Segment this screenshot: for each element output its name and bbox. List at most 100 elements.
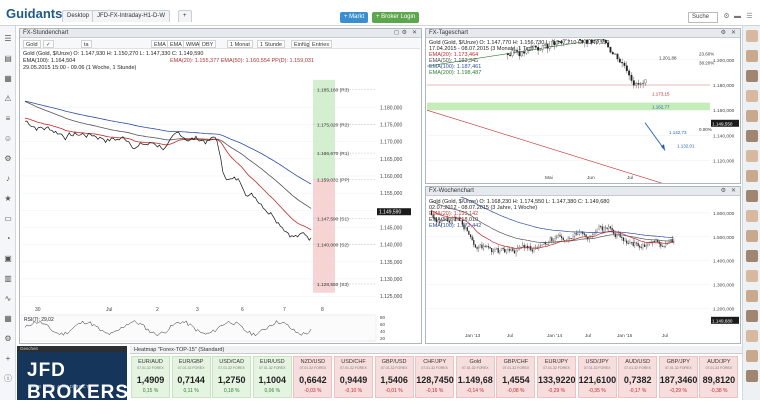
heatmap-tile[interactable]: Gold07.01.32 FOREX1.149,68-0,14 % <box>456 356 495 398</box>
toolbar-check[interactable]: ✓ <box>43 40 54 48</box>
user-avatar[interactable] <box>746 90 758 102</box>
panel-header: FX-Wochenchart ⚙ ✕ <box>426 187 740 196</box>
weekly-price-chart[interactable]: 1.600,0001.500,0001.400,0001.300,0001.20… <box>427 197 740 343</box>
y-tick-label: 1.200,000 <box>713 306 735 312</box>
candle-body <box>490 247 491 248</box>
settings-icon[interactable]: ⚙ <box>3 154 13 164</box>
broker-login-button[interactable]: + Broker Login <box>372 12 419 23</box>
user-avatar[interactable] <box>746 330 758 342</box>
plus-icon[interactable]: + <box>3 354 13 364</box>
pulse-icon[interactable]: ∿ <box>3 294 13 304</box>
settings-icon-2[interactable]: ⚙ <box>3 334 13 344</box>
monitor-icon[interactable]: ▭ <box>3 214 13 224</box>
tab-fx-intraday[interactable]: JFD-FX-Intraday-H1-D-W <box>92 10 170 22</box>
user-avatar[interactable] <box>746 50 758 62</box>
close-icon[interactable]: ✕ <box>731 187 736 196</box>
heatmap-tile[interactable]: USD/CAD07.01.32 FOREX1,27500,18 % <box>212 356 251 398</box>
user-avatar[interactable] <box>746 190 758 202</box>
tile-pair-name: NZD/USD <box>294 359 331 365</box>
star-icon[interactable]: ★ <box>3 194 13 204</box>
heatmap-tile[interactable]: EUR/USD07.01.32 FOREX1,10040,06 % <box>253 356 292 398</box>
candle-body <box>507 54 509 55</box>
settings-icon[interactable]: ⚙ <box>402 29 407 38</box>
user-avatar[interactable] <box>746 110 758 122</box>
heatmap-tile[interactable]: USD/CHF07.01.32 FOREX0,9449-0,10 % <box>334 356 373 398</box>
menu-icon[interactable]: ☰ <box>3 34 13 44</box>
heatmap-tile[interactable]: NZD/USD07.01.32 FOREX0,6642-0,03 % <box>293 356 332 398</box>
timeframe-select[interactable]: 1 Monat <box>227 40 253 48</box>
x-tick-label: 2 <box>156 307 159 313</box>
close-icon[interactable]: ✕ <box>731 29 736 38</box>
info-icon[interactable]: ⓘ <box>3 374 13 384</box>
candle-body <box>451 221 452 223</box>
chart-annotation: 1.173,15 <box>652 92 670 97</box>
tab-add[interactable]: + <box>178 10 192 22</box>
toolbar-dby[interactable]: DBY <box>199 40 216 48</box>
toolbar-ta[interactable]: ta <box>81 40 92 48</box>
language-flag-icon[interactable]: ▬ <box>733 12 742 21</box>
news-icon[interactable]: ▦ <box>3 74 13 84</box>
user-avatar[interactable] <box>746 30 758 42</box>
candle-body <box>664 246 665 247</box>
user-avatar[interactable] <box>746 310 758 322</box>
chart-icon[interactable]: ▤ <box>3 54 13 64</box>
user-avatar[interactable] <box>746 230 758 242</box>
candle-body <box>491 248 492 252</box>
hourly-price-chart[interactable]: 1.180,0001.175,0001.170,0001.165,0001.16… <box>21 73 421 343</box>
entries-button[interactable]: Entries <box>309 40 332 48</box>
heatmap-tile[interactable]: EUR/AUD07.01.32 FOREX1,49090,15 % <box>131 356 170 398</box>
maximize-icon[interactable]: ◻ <box>394 29 399 38</box>
tile-source: 07.01.32 FOREX <box>660 366 697 370</box>
interval-select[interactable]: 1 Stunde <box>257 40 285 48</box>
gauge-icon[interactable]: ◔ <box>3 234 13 244</box>
layers-icon[interactable]: ≡ <box>3 114 13 124</box>
grid-icon[interactable]: ▦ <box>3 314 13 324</box>
panel-title: FX-Stundenchart <box>23 30 68 36</box>
chart-annotation: 23.60% <box>699 52 714 57</box>
heatmap-tile[interactable]: AUD/JPY07.01.32 FOREX89,8120-0,38 % <box>699 356 738 398</box>
bell-icon[interactable]: ♪ <box>3 174 13 184</box>
user-avatar[interactable] <box>746 70 758 82</box>
user-menu-icon[interactable]: ☰ <box>745 12 754 21</box>
close-icon[interactable]: ✕ <box>412 29 417 38</box>
candle-body <box>551 238 552 241</box>
candle-body <box>577 234 578 235</box>
user-avatar[interactable] <box>746 150 758 162</box>
user-avatar[interactable] <box>746 250 758 262</box>
settings-icon[interactable]: ⚙ <box>721 29 726 38</box>
user-icon[interactable]: ☺ <box>3 134 13 144</box>
candle-body <box>584 40 586 43</box>
guidants-logo[interactable]: Guidants <box>6 6 62 21</box>
settings-icon[interactable]: ⚙ <box>721 187 726 196</box>
user-avatar[interactable] <box>746 370 758 382</box>
heatmap-tile[interactable]: USD/JPY07.01.32 FOREX121,6100-0,35 % <box>578 356 617 398</box>
user-avatar[interactable] <box>746 270 758 282</box>
heatmap-tile[interactable]: GBP/USD07.01.32 FOREX1,5406-0,01 % <box>375 356 414 398</box>
heatmap-tile[interactable]: AUD/USD07.01.32 FOREX0,7382-0,17 % <box>618 356 657 398</box>
candle-body <box>522 245 523 247</box>
weekly-chart-panel: FX-Wochenchart ⚙ ✕ Gold (Gold, $/Unze) O… <box>425 186 741 344</box>
jfd-brokers-banner[interactable]: JFD BROKERS GIVE FAIR AND DIRECT <box>17 352 127 400</box>
user-avatar[interactable] <box>746 130 758 142</box>
tile-source: 07.01.32 FOREX <box>457 366 494 370</box>
daily-price-chart[interactable]: 1.200,0001.180,0001.160,0001.140,0001.12… <box>427 39 740 183</box>
user-avatar[interactable] <box>746 170 758 182</box>
heatmap-tile[interactable]: GBP/CHF07.01.32 FOREX1,4554-0,08 % <box>496 356 535 398</box>
heatmap-tile[interactable]: CHF/JPY07.01.32 FOREX128,7450-0,16 % <box>415 356 454 398</box>
search-input[interactable]: Suche <box>688 12 718 23</box>
settings-icon[interactable]: ⚙ <box>722 12 731 21</box>
heatmap-tile[interactable]: EUR/GBP07.01.32 FOREX0,71440,11 % <box>172 356 211 398</box>
add-market-button[interactable]: + Markt <box>340 12 368 23</box>
heatmap-tile[interactable]: GBP/JPY07.01.32 FOREX187,3460-0,29 % <box>659 356 698 398</box>
symbol-select[interactable]: Gold <box>23 40 41 48</box>
candle-body <box>624 63 626 66</box>
user-avatar[interactable] <box>746 210 758 222</box>
table-icon[interactable]: ▥ <box>3 274 13 284</box>
heatmap-tile[interactable]: EUR/JPY07.01.32 FOREX133,9220-0,29 % <box>537 356 576 398</box>
alert-icon[interactable]: ⚠ <box>3 94 13 104</box>
user-avatar[interactable] <box>746 290 758 302</box>
user-avatar[interactable] <box>746 350 758 362</box>
tab-desktop[interactable]: Desktop <box>62 10 94 22</box>
candle-body <box>660 244 661 246</box>
screen-icon[interactable]: ▣ <box>3 254 13 264</box>
